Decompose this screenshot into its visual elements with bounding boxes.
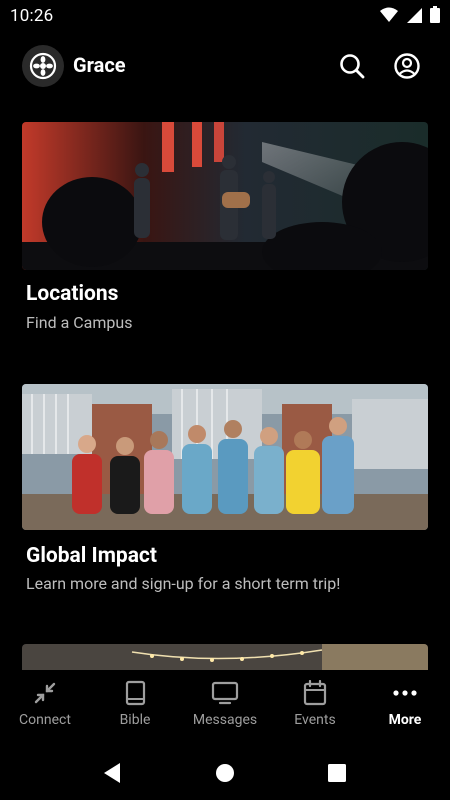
search-icon bbox=[340, 54, 365, 79]
home-button[interactable] bbox=[210, 758, 240, 788]
tab-messages-label: Messages bbox=[192, 712, 258, 728]
app-title: Grace bbox=[73, 53, 126, 77]
more-icon bbox=[393, 690, 417, 696]
global-impact-card-title[interactable]: Global Impact bbox=[26, 544, 157, 568]
signal-icon bbox=[407, 7, 422, 23]
bottom-tab-bar: Connect Bible Messages Events More bbox=[0, 670, 450, 746]
tab-events[interactable]: Events bbox=[270, 680, 360, 740]
global-impact-card-subtitle: Learn more and sign-up for a short term … bbox=[26, 574, 341, 593]
tab-bible[interactable]: Bible bbox=[90, 680, 180, 740]
recents-button[interactable] bbox=[322, 758, 352, 788]
tab-connect-label: Connect bbox=[19, 712, 71, 728]
profile-button[interactable] bbox=[391, 50, 423, 82]
recents-square-icon bbox=[328, 764, 346, 782]
search-button[interactable] bbox=[336, 50, 368, 82]
tab-messages[interactable]: Messages bbox=[180, 680, 270, 740]
status-icons bbox=[380, 6, 440, 23]
locations-card-subtitle: Find a Campus bbox=[26, 313, 133, 332]
global-impact-card-image[interactable] bbox=[22, 384, 428, 530]
church-logo-icon[interactable] bbox=[22, 45, 64, 87]
tab-more-label: More bbox=[388, 712, 422, 728]
account-circle-icon bbox=[394, 53, 420, 79]
wifi-icon bbox=[380, 7, 398, 22]
tv-icon bbox=[211, 681, 239, 705]
home-circle-icon bbox=[216, 764, 234, 782]
system-nav-bar bbox=[0, 746, 450, 800]
tab-events-label: Events bbox=[294, 712, 336, 728]
back-button[interactable] bbox=[97, 758, 127, 788]
tab-connect[interactable]: Connect bbox=[0, 680, 90, 740]
locations-card-image[interactable] bbox=[22, 122, 428, 270]
back-triangle-icon bbox=[104, 763, 120, 783]
battery-icon bbox=[430, 6, 440, 23]
status-time: 10:26 bbox=[10, 6, 54, 26]
book-icon bbox=[125, 680, 146, 706]
tab-more[interactable]: More bbox=[360, 680, 450, 740]
status-bar: 10:26 bbox=[0, 0, 450, 32]
locations-card-title[interactable]: Locations bbox=[26, 282, 118, 306]
calendar-icon bbox=[303, 680, 327, 706]
tab-bible-label: Bible bbox=[119, 712, 151, 728]
connect-icon bbox=[34, 682, 56, 704]
app-header: Grace bbox=[0, 32, 450, 100]
